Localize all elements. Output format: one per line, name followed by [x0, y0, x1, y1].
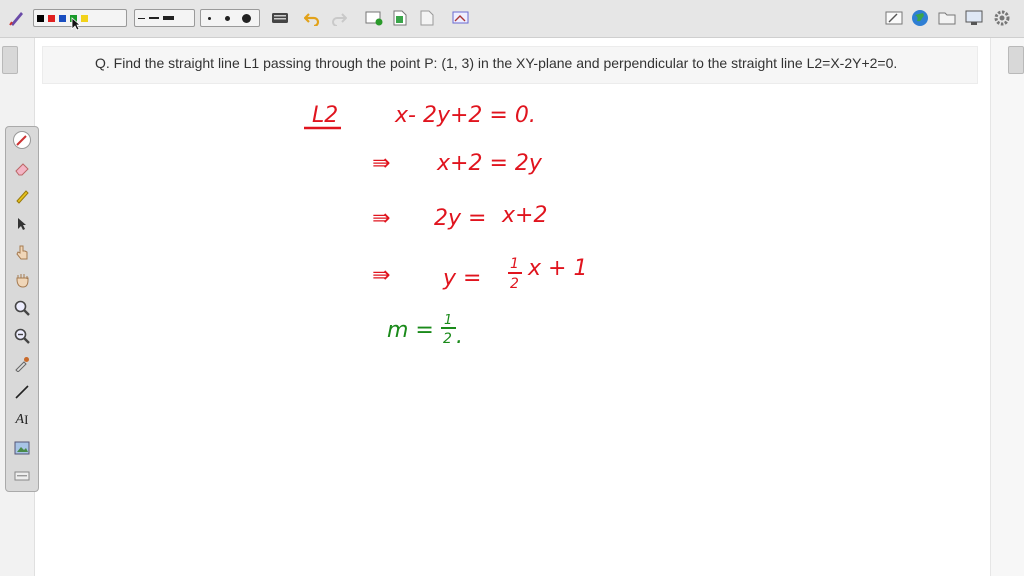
- fraction-denominator: 2: [510, 276, 519, 292]
- equation-line-4-left: y =: [442, 266, 481, 291]
- implies-arrow-1: ⇛: [372, 151, 390, 176]
- implies-arrow-3: ⇛: [372, 263, 390, 288]
- equation-line-3-right: x+2: [501, 203, 547, 228]
- slope-denominator: 2: [443, 331, 452, 347]
- slope-period: .: [456, 324, 463, 349]
- implies-arrow-2: ⇛: [372, 206, 390, 231]
- heading-l2: L2: [312, 103, 338, 128]
- handwriting-canvas: L2 x- 2y+2 = 0. ⇛ x+2 = 2y ⇛ 2y = x+2 ⇛ …: [304, 103, 587, 349]
- equation-line-1: x- 2y+2 = 0.: [394, 103, 536, 128]
- equation-line-3-left: 2y =: [434, 206, 486, 231]
- equation-line-4-right: x + 1: [527, 256, 587, 281]
- slope-label: m =: [387, 318, 434, 343]
- equation-line-2: x+2 = 2y: [436, 151, 543, 176]
- fraction-numerator: 1: [510, 256, 519, 272]
- slope-numerator: 1: [444, 313, 452, 328]
